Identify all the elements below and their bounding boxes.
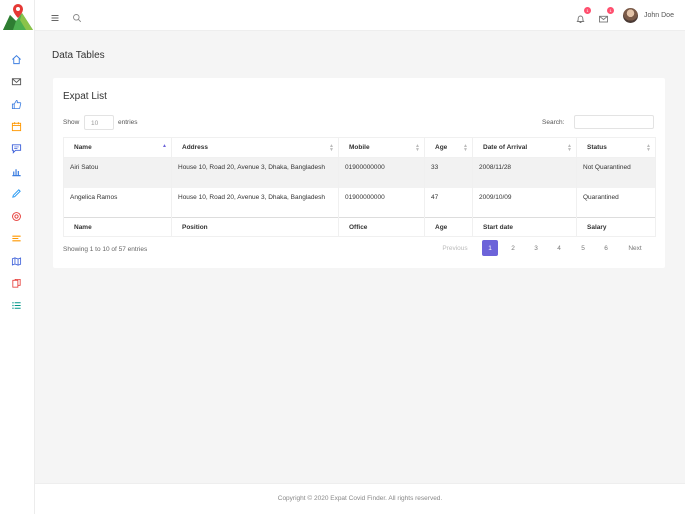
cell-status: Quarantined bbox=[576, 187, 656, 218]
column-header-status[interactable]: Status ▲ ▼ bbox=[576, 137, 656, 158]
map-icon[interactable] bbox=[10, 255, 22, 267]
table-search-input[interactable] bbox=[574, 115, 654, 129]
card-title: Expat List bbox=[63, 91, 107, 102]
column-header-mobile[interactable]: Mobile ▲ ▼ bbox=[338, 137, 425, 158]
page-title: Data Tables bbox=[52, 50, 105, 61]
notifications-badge: 1 bbox=[584, 7, 591, 14]
bar-chart-icon[interactable] bbox=[10, 165, 22, 177]
copyright-text: Copyright © 2020 Expat Covid Finder. All… bbox=[277, 495, 443, 502]
cell-name: Angelica Ramos bbox=[63, 187, 172, 218]
thumbs-up-icon[interactable] bbox=[10, 98, 22, 110]
table-row: Angelica Ramos House 10, Road 20, Avenue… bbox=[63, 187, 656, 218]
list-icon[interactable] bbox=[10, 299, 22, 311]
pagination-page-4[interactable]: 4 bbox=[551, 240, 567, 256]
search-icon[interactable] bbox=[72, 10, 82, 23]
sort-indicator-icon: ▲ ▼ bbox=[463, 143, 468, 153]
user-name[interactable]: John Doe bbox=[644, 12, 674, 19]
footer-salary: Salary bbox=[576, 217, 656, 237]
cell-status: Not Quarantined bbox=[576, 157, 656, 188]
footer-age: Age bbox=[424, 217, 473, 237]
pagination-previous[interactable]: Previous bbox=[436, 240, 474, 256]
show-label: Show bbox=[63, 119, 80, 126]
column-header-address[interactable]: Address ▲ ▼ bbox=[171, 137, 339, 158]
notifications-bell-icon[interactable]: 1 bbox=[575, 7, 591, 23]
page-footer: Copyright © 2020 Expat Covid Finder. All… bbox=[35, 483, 685, 514]
app-logo[interactable] bbox=[2, 1, 34, 31]
column-header-date-of-arrival[interactable]: Date of Arrival ▲ ▼ bbox=[472, 137, 577, 158]
messages-envelope-icon[interactable]: 1 bbox=[598, 7, 614, 23]
home-icon[interactable] bbox=[10, 53, 22, 65]
column-header-name[interactable]: Name ▲ bbox=[63, 137, 172, 158]
user-avatar[interactable] bbox=[623, 8, 638, 23]
expat-list-card: Expat List Show 10 entries Search: Name ▲… bbox=[53, 78, 665, 268]
cell-mobile: 01900000000 bbox=[338, 187, 425, 218]
entries-length-select[interactable]: 10 bbox=[84, 115, 114, 130]
table-info: Showing 1 to 10 of 57 entries bbox=[63, 246, 148, 253]
calendar-icon[interactable] bbox=[10, 120, 22, 132]
cell-age: 47 bbox=[424, 187, 473, 218]
sort-indicator-icon: ▲ bbox=[162, 143, 167, 149]
table-row: Airi Satou House 10, Road 20, Avenue 3, … bbox=[63, 157, 656, 188]
cell-age: 33 bbox=[424, 157, 473, 188]
cell-date-of-arrival: 2009/10/09 bbox=[472, 187, 577, 218]
topbar: 1 1 John Doe bbox=[35, 0, 685, 31]
sidebar bbox=[0, 0, 35, 514]
entries-label: entries bbox=[118, 119, 138, 126]
pencil-icon[interactable] bbox=[10, 187, 22, 199]
chat-icon[interactable] bbox=[10, 142, 22, 154]
cell-address: House 10, Road 20, Avenue 3, Dhaka, Bang… bbox=[171, 157, 339, 188]
expat-table: Name ▲ Address ▲ ▼ Mobile ▲ ▼ Age ▲ ▼ Date of A… bbox=[63, 137, 656, 237]
cell-address: House 10, Road 20, Avenue 3, Dhaka, Bang… bbox=[171, 187, 339, 218]
sort-indicator-icon: ▲ ▼ bbox=[646, 143, 651, 153]
menu-toggle-icon[interactable] bbox=[50, 10, 60, 21]
documents-icon[interactable] bbox=[10, 277, 22, 289]
pagination-page-5[interactable]: 5 bbox=[575, 240, 591, 256]
sort-indicator-icon: ▲ ▼ bbox=[567, 143, 572, 153]
footer-start-date: Start date bbox=[472, 217, 577, 237]
footer-position: Position bbox=[171, 217, 339, 237]
column-header-age[interactable]: Age ▲ ▼ bbox=[424, 137, 473, 158]
messages-badge: 1 bbox=[607, 7, 614, 14]
footer-name: Name bbox=[63, 217, 172, 237]
support-icon[interactable] bbox=[10, 210, 22, 222]
sort-indicator-icon: ▲ ▼ bbox=[329, 143, 334, 153]
pagination-page-1[interactable]: 1 bbox=[482, 240, 498, 256]
cell-name: Airi Satou bbox=[63, 157, 172, 188]
pagination-page-6[interactable]: 6 bbox=[598, 240, 614, 256]
layers-icon[interactable] bbox=[10, 232, 22, 244]
cell-date-of-arrival: 2008/11/28 bbox=[472, 157, 577, 188]
sort-indicator-icon: ▲ ▼ bbox=[415, 143, 420, 153]
mail-icon[interactable] bbox=[10, 75, 22, 87]
footer-office: Office bbox=[338, 217, 425, 237]
search-label: Search: bbox=[542, 119, 565, 126]
pagination-page-2[interactable]: 2 bbox=[505, 240, 521, 256]
cell-mobile: 01900000000 bbox=[338, 157, 425, 188]
pagination-next[interactable]: Next bbox=[621, 240, 649, 256]
pagination-page-3[interactable]: 3 bbox=[528, 240, 544, 256]
